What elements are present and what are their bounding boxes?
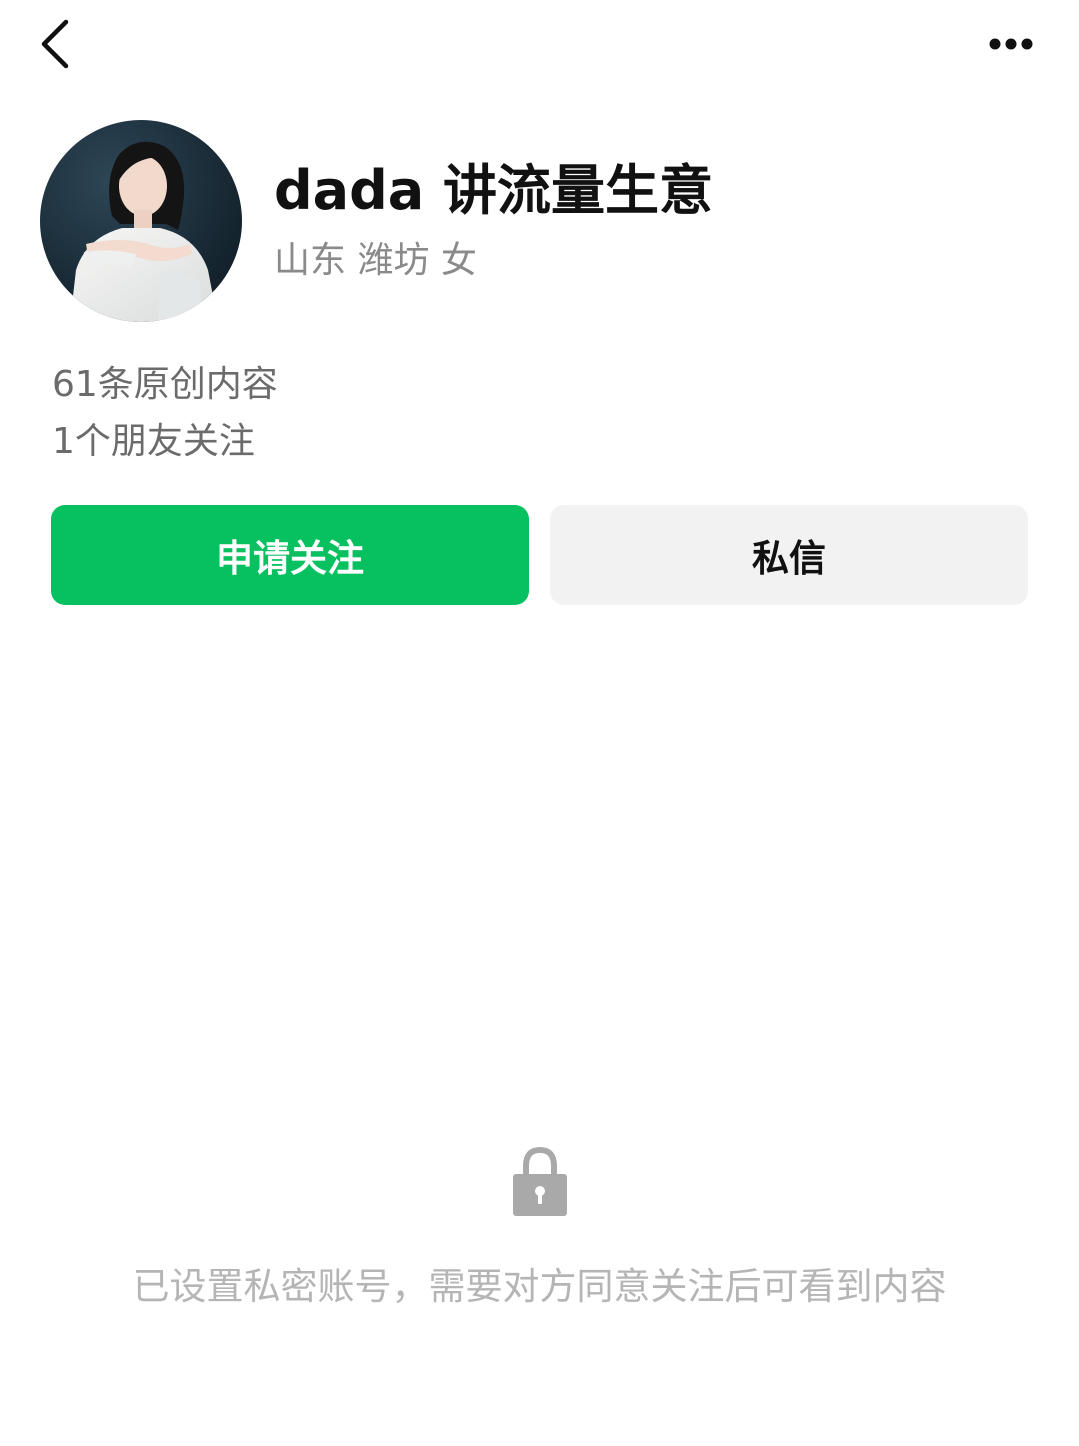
top-bar: [0, 0, 1079, 90]
nickname: dada 讲流量生意: [274, 159, 713, 222]
more-button[interactable]: [980, 24, 1042, 64]
chevron-left-icon: [41, 19, 69, 69]
more-horizontal-icon: [989, 38, 1033, 50]
region-gender: 山东 潍坊 女: [274, 240, 477, 281]
private-account-note: 已设置私密账号，需要对方同意关注后可看到内容: [132, 1265, 947, 1308]
private-message-button[interactable]: 私信: [550, 505, 1028, 605]
original-content-count[interactable]: 61条原创内容: [52, 362, 278, 408]
avatar-image: [40, 120, 242, 322]
request-follow-button[interactable]: 申请关注: [51, 505, 529, 605]
back-button[interactable]: [30, 14, 80, 74]
lock-icon: [510, 1146, 570, 1218]
friends-following-count[interactable]: 1个朋友关注: [52, 419, 255, 465]
avatar[interactable]: [40, 120, 242, 322]
